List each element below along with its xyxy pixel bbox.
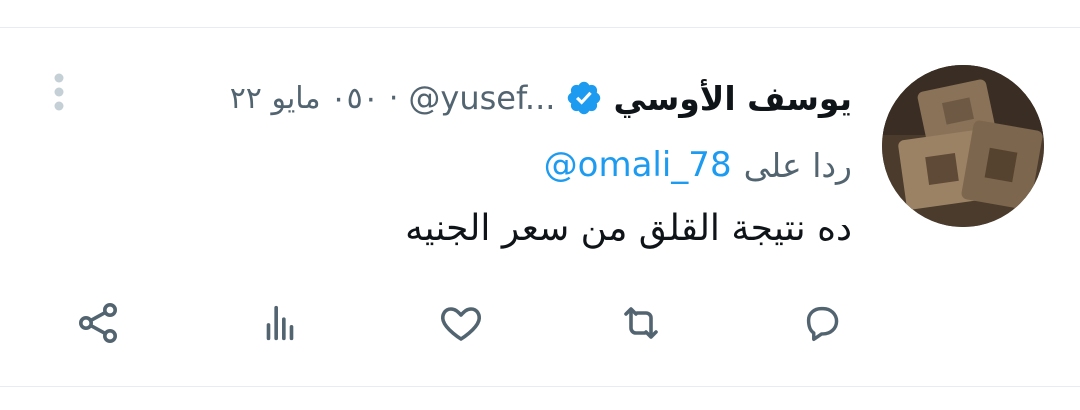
- replying-to: ردا على @omali_78: [544, 140, 852, 190]
- views-button[interactable]: [255, 298, 305, 348]
- more-options-icon[interactable]: [52, 72, 66, 112]
- reply-button[interactable]: [797, 298, 847, 348]
- tweet-actions: [0, 298, 1080, 358]
- author-display-name[interactable]: يوسف الأوسي: [613, 79, 852, 118]
- replying-to-label: ردا على: [743, 145, 852, 185]
- reply-icon: [806, 306, 839, 342]
- share-icon: [79, 303, 117, 343]
- separator-dot: ·: [388, 80, 399, 116]
- avatar[interactable]: [882, 65, 1044, 227]
- retweet-button[interactable]: [616, 298, 666, 348]
- tweet-container[interactable]: يوسف الأوسي @yusef... · ٠٥٠ مايو ٢٢ ردا …: [0, 0, 1080, 358]
- bottom-divider: [0, 386, 1080, 387]
- tweet-time[interactable]: ٠٥٠: [331, 81, 379, 116]
- like-button[interactable]: [436, 298, 486, 348]
- share-button[interactable]: [73, 298, 123, 348]
- heart-icon: [441, 307, 481, 341]
- analytics-icon: [266, 305, 294, 341]
- author-handle[interactable]: @yusef...: [408, 79, 555, 117]
- retweet-icon: [624, 307, 658, 339]
- verified-badge-icon: [565, 79, 603, 117]
- replying-to-handle[interactable]: @omali_78: [544, 145, 732, 185]
- tweet-header: يوسف الأوسي @yusef... · ٠٥٠ مايو ٢٢: [230, 70, 852, 126]
- tweet-text: ده نتيجة القلق من سعر الجنيه: [405, 208, 852, 249]
- avatar-image: [882, 65, 1044, 227]
- tweet-date[interactable]: مايو ٢٢: [230, 81, 321, 116]
